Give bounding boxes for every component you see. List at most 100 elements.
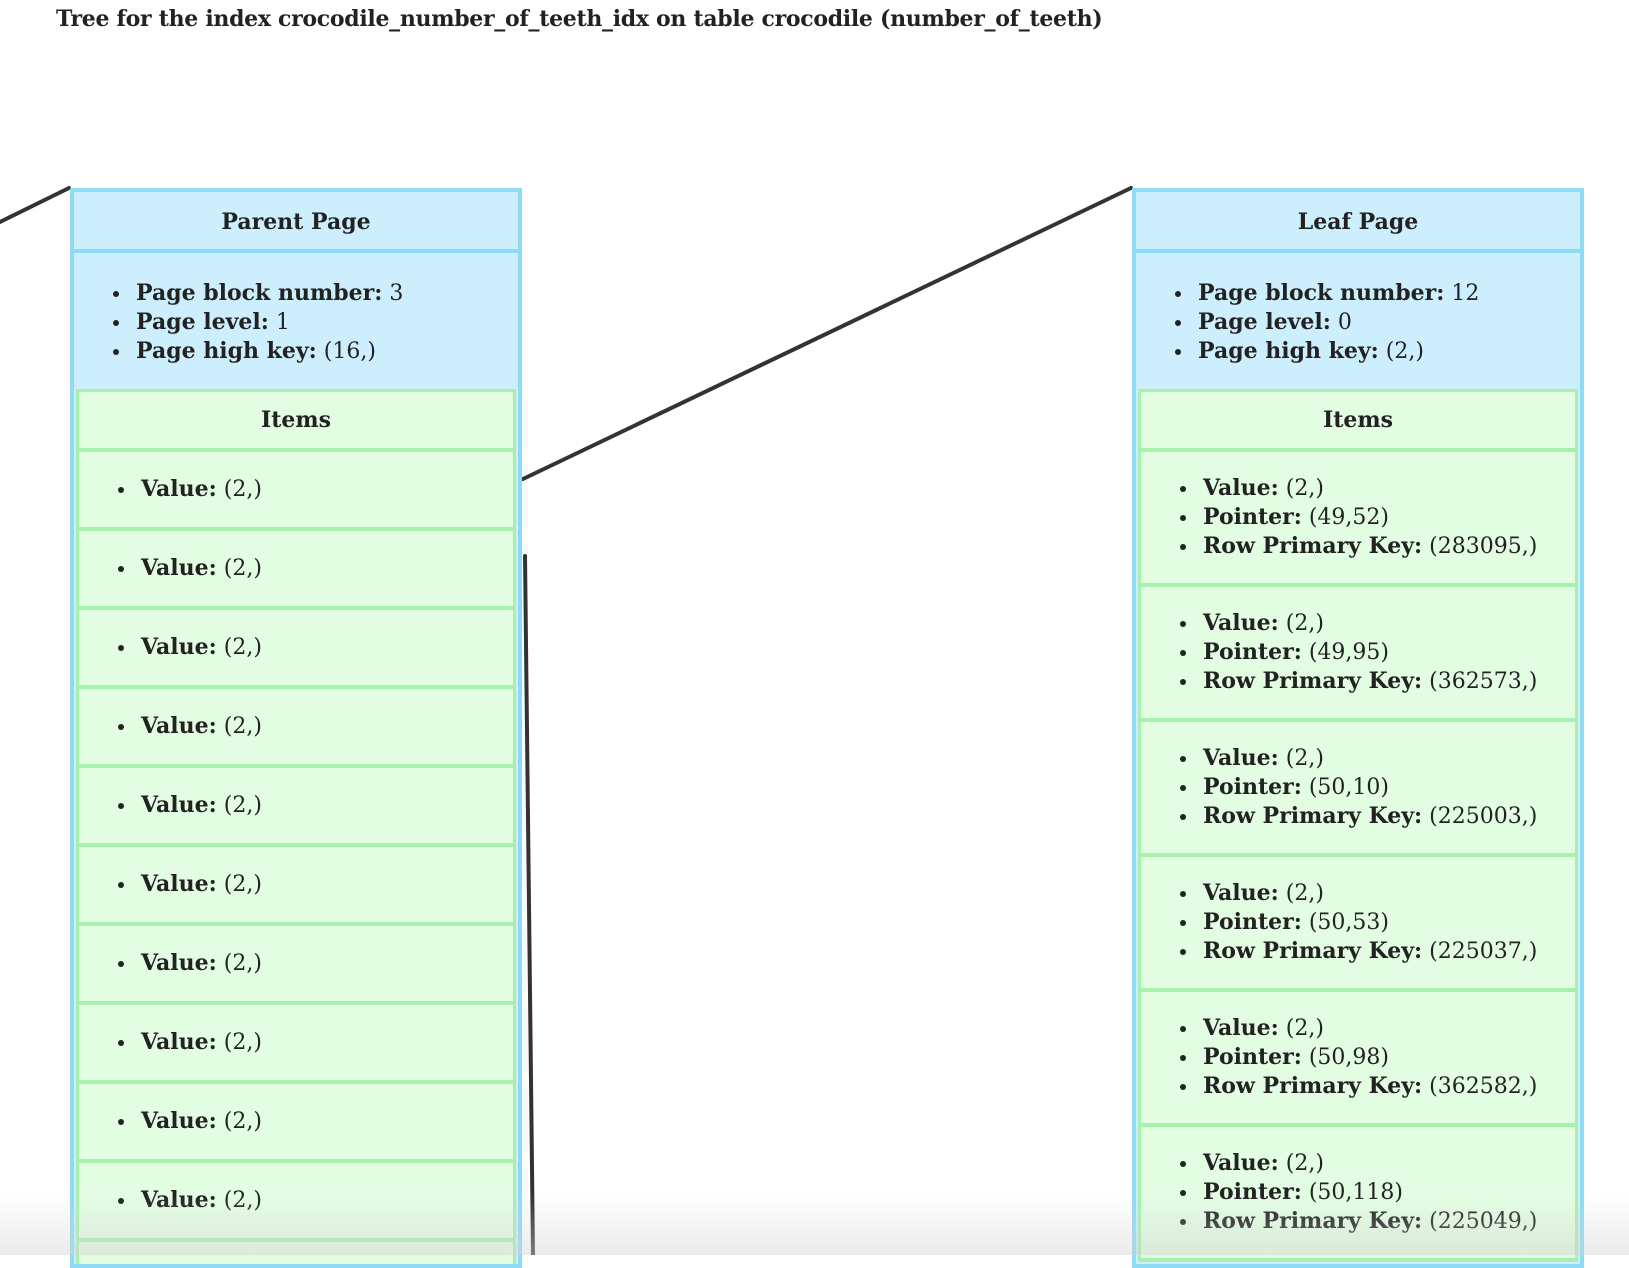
item-value-label: Value: xyxy=(141,792,217,818)
parent-page-meta: Page block number: 3 Page level: 1 Page … xyxy=(74,253,518,389)
parent-item: Value: (2,) xyxy=(76,1163,516,1242)
meta-label: Page level: xyxy=(1198,309,1331,335)
leaf-item: Value: (2,) Pointer: (49,52) Row Primary… xyxy=(1138,452,1578,587)
item-value-label: Value: xyxy=(141,634,217,660)
item-value: (2,) xyxy=(1278,881,1324,906)
item-pointer-label: Pointer: xyxy=(1203,774,1302,800)
item-value-label: Value: xyxy=(1203,475,1279,501)
item-pointer: (50,98) xyxy=(1301,1045,1389,1070)
parent-page-level: Page level: 1 xyxy=(132,308,518,337)
meta-value: 3 xyxy=(382,281,404,306)
meta-label: Page block number: xyxy=(136,280,383,306)
parent-page-high-key: Page high key: (16,) xyxy=(132,337,518,366)
item-row-pk-label: Row Primary Key: xyxy=(1203,533,1423,559)
item-row-pk: (362573,) xyxy=(1422,669,1538,694)
item-value: (2,) xyxy=(1278,476,1324,501)
item-row-pk: (283095,) xyxy=(1422,534,1538,559)
item-value-label: Value: xyxy=(141,555,217,581)
item-row-pk-label: Row Primary Key: xyxy=(1203,1073,1423,1099)
item-value: (2,) xyxy=(216,951,262,976)
parent-page-block-number: Page block number: 3 xyxy=(132,279,518,308)
item-value: (2,) xyxy=(216,1109,262,1134)
parent-page-items: Items Value: (2,) Value: (2,) Value: (2,… xyxy=(76,389,516,1264)
meta-value: 12 xyxy=(1444,281,1480,306)
parent-item: Value: (2,) xyxy=(76,689,516,768)
connector-line-to-parent-page xyxy=(0,186,71,224)
parent-page-header: Parent Page xyxy=(74,192,518,253)
parent-item: Value: (2,) xyxy=(76,847,516,926)
item-pointer: (49,95) xyxy=(1301,640,1389,665)
item-value: (2,) xyxy=(216,1188,262,1213)
item-value-label: Value: xyxy=(1203,1150,1279,1176)
connector-line-to-leaf-page xyxy=(521,186,1133,481)
leaf-item: Value: (2,) Pointer: (50,53) Row Primary… xyxy=(1138,857,1578,992)
item-row-pk: (225037,) xyxy=(1422,939,1538,964)
parent-item: Value: (2,) xyxy=(76,926,516,1005)
leaf-item: Value: (2,) Pointer: (50,118) Row Primar… xyxy=(1138,1127,1578,1262)
item-value: (2,) xyxy=(216,635,262,660)
item-value-label: Value: xyxy=(1203,1015,1279,1041)
meta-value: 1 xyxy=(268,310,290,335)
item-row-pk-label: Row Primary Key: xyxy=(1203,1208,1423,1234)
leaf-page-block-number: Page block number: 12 xyxy=(1194,279,1580,308)
parent-item: Value: (2,) xyxy=(76,1084,516,1163)
leaf-page-node: Leaf Page Page block number: 12 Page lev… xyxy=(1132,188,1584,1268)
item-value-label: Value: xyxy=(1203,610,1279,636)
meta-label: Page high key: xyxy=(1198,338,1379,364)
item-value-label: Value: xyxy=(141,476,217,502)
item-value: (2,) xyxy=(216,556,262,581)
meta-value: (16,) xyxy=(316,339,376,364)
parent-item-partial xyxy=(76,1242,516,1264)
leaf-item: Value: (2,) Pointer: (50,98) Row Primary… xyxy=(1138,992,1578,1127)
item-row-pk: (225003,) xyxy=(1422,804,1538,829)
parent-items-header: Items xyxy=(76,389,516,452)
item-value-label: Value: xyxy=(141,950,217,976)
item-pointer: (50,53) xyxy=(1301,910,1389,935)
leaf-item: Value: (2,) Pointer: (50,10) Row Primary… xyxy=(1138,722,1578,857)
item-value: (2,) xyxy=(1278,611,1324,636)
item-value-label: Value: xyxy=(141,1187,217,1213)
connector-line-down-from-parent-item xyxy=(523,554,535,1255)
item-value-label: Value: xyxy=(1203,880,1279,906)
leaf-item: Value: (2,) Pointer: (49,95) Row Primary… xyxy=(1138,587,1578,722)
item-row-pk-label: Row Primary Key: xyxy=(1203,668,1423,694)
leaf-page-items: Items Value: (2,) Pointer: (49,52) Row P… xyxy=(1138,389,1578,1262)
item-pointer-label: Pointer: xyxy=(1203,909,1302,935)
parent-item: Value: (2,) xyxy=(76,452,516,531)
item-value: (2,) xyxy=(1278,1016,1324,1041)
item-value: (2,) xyxy=(1278,746,1324,771)
item-value: (2,) xyxy=(216,1030,262,1055)
item-pointer-label: Pointer: xyxy=(1203,504,1302,530)
leaf-items-header: Items xyxy=(1138,389,1578,452)
parent-item: Value: (2,) xyxy=(76,531,516,610)
item-value-label: Value: xyxy=(141,1029,217,1055)
leaf-page-meta: Page block number: 12 Page level: 0 Page… xyxy=(1136,253,1580,389)
leaf-page-level: Page level: 0 xyxy=(1194,308,1580,337)
item-value-label: Value: xyxy=(141,713,217,739)
item-row-pk: (362582,) xyxy=(1422,1074,1538,1099)
item-value: (2,) xyxy=(1278,1151,1324,1176)
item-row-pk-label: Row Primary Key: xyxy=(1203,803,1423,829)
item-value: (2,) xyxy=(216,872,262,897)
item-pointer-label: Pointer: xyxy=(1203,639,1302,665)
item-pointer: (50,10) xyxy=(1301,775,1389,800)
item-pointer: (49,52) xyxy=(1301,505,1389,530)
item-value-label: Value: xyxy=(141,871,217,897)
item-pointer: (50,118) xyxy=(1301,1180,1403,1205)
item-value: (2,) xyxy=(216,793,262,818)
meta-value: (2,) xyxy=(1378,339,1424,364)
item-value: (2,) xyxy=(216,714,262,739)
item-pointer-label: Pointer: xyxy=(1203,1044,1302,1070)
item-row-pk: (225049,) xyxy=(1422,1209,1538,1234)
item-value: (2,) xyxy=(216,477,262,502)
leaf-page-high-key: Page high key: (2,) xyxy=(1194,337,1580,366)
meta-value: 0 xyxy=(1330,310,1352,335)
item-row-pk-label: Row Primary Key: xyxy=(1203,938,1423,964)
meta-label: Page high key: xyxy=(136,338,317,364)
item-pointer-label: Pointer: xyxy=(1203,1179,1302,1205)
item-value-label: Value: xyxy=(1203,745,1279,771)
item-value-label: Value: xyxy=(141,1108,217,1134)
parent-item: Value: (2,) xyxy=(76,1005,516,1084)
meta-label: Page level: xyxy=(136,309,269,335)
meta-label: Page block number: xyxy=(1198,280,1445,306)
